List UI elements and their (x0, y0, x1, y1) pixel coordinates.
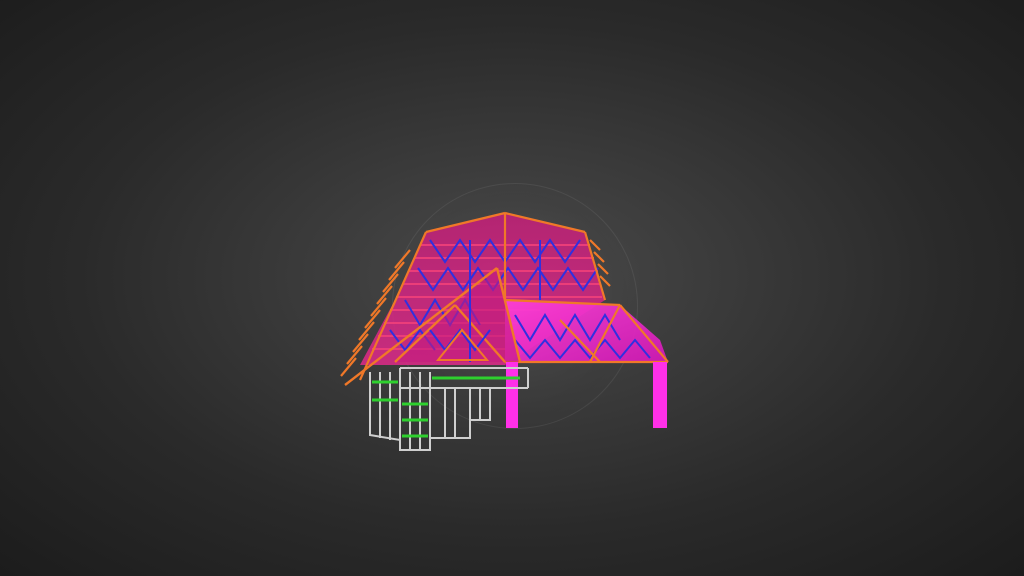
3d-viewer-canvas[interactable] (0, 0, 1024, 576)
wall-frames (369, 367, 529, 451)
wing-post (653, 362, 667, 428)
right-wing-roof (504, 298, 669, 428)
building-frame-model[interactable] (0, 0, 1024, 576)
wing-post (506, 362, 518, 428)
